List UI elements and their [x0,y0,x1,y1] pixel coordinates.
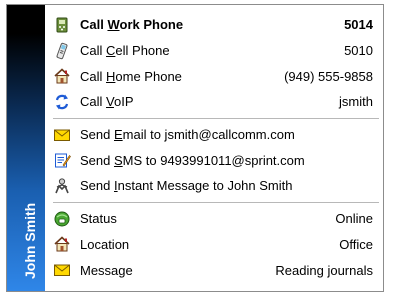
menu-item-value: Reading journals [275,262,373,278]
menu-item-label: Message [80,262,133,278]
accelerator-key: S [113,152,123,168]
label-prefix: Send [80,152,114,168]
accelerator-key: H [106,68,116,84]
envelope-icon [53,126,71,144]
envelope-icon [53,261,71,279]
accelerator-key: V [106,94,114,110]
menu-item-message[interactable]: Message Reading journals [45,257,383,283]
accelerator-key: E [113,127,123,143]
message-group: Send Email to jsmith@callcomm.com Send SM… [45,122,383,199]
menu-item-call-work-phone[interactable]: Call Work Phone 5014 [45,12,383,38]
menu-separator [53,117,379,119]
menu-item-label: Location [80,236,130,252]
label-suffix: ell Phone [115,43,170,59]
menu-item-call-cell-phone[interactable]: Call Cell Phone 5010 [45,38,383,64]
menu-item-status[interactable]: Status Online [45,206,383,232]
label-prefix: Send [80,178,114,194]
contact-context-menu: John Smith Call Work Phone 5014 Call Cell … [6,4,384,292]
accelerator-key: C [106,43,116,59]
menu-item-send-im[interactable]: Send Instant Message to John Smith [45,173,383,199]
label-prefix: Call [80,43,107,59]
status-group: Status Online Location Office Message Reading… [45,206,383,283]
call-group: Call Work Phone 5014 Call Cell Phone 5010 Ca… [45,5,383,115]
menu-item-location[interactable]: Location Office [45,232,383,258]
contact-name-label: John Smith [22,202,38,279]
house-icon [53,235,71,253]
menu-item-call-home-phone[interactable]: Call Home Phone (949) 555-9858 [45,63,383,89]
accelerator-key: W [107,17,120,33]
menu-item-label: Send SMS to 9493991011@sprint.com [80,153,373,168]
menu-item-label: Call Home Phone [80,69,284,84]
menu-item-call-voip[interactable]: Call VoIP jsmith [45,89,383,115]
chat-buddy-icon [53,177,71,195]
menu-item-label: Call Cell Phone [80,43,344,58]
menu-item-value: 5014 [344,17,373,33]
menu-item-send-sms[interactable]: Send SMS to 9493991011@sprint.com [45,147,383,173]
label-suffix: oIP [113,94,134,110]
menu-item-send-email[interactable]: Send Email to jsmith@callcomm.com [45,122,383,148]
phone-handset-icon [53,16,71,34]
status-globe-icon [53,210,71,228]
menu-sidebar: John Smith [7,5,45,291]
label-suffix: MS to 9493991011@sprint.com [122,152,305,168]
cell-phone-icon [53,42,71,60]
menu-item-value: Office [339,236,373,252]
voip-arrows-icon [53,93,71,111]
menu-item-value: 5010 [344,43,373,59]
menu-separator [53,201,379,203]
menu-item-value: jsmith [339,94,373,110]
menu-item-value: (949) 555-9858 [284,68,373,84]
label-prefix: Call [80,94,107,110]
menu-item-label: Call Work Phone [80,17,344,32]
sms-notepad-icon [53,151,71,169]
menu-item-label: Call VoIP [80,94,339,109]
label-prefix: Call [80,68,107,84]
label-prefix: Call [80,17,108,33]
label-suffix: mail to jsmith@callcomm.com [122,127,295,143]
menu-item-label: Status [80,211,117,227]
menu-items: Call Work Phone 5014 Call Cell Phone 5010 Ca… [45,5,383,283]
label-prefix: Send [80,127,114,143]
house-icon [53,67,71,85]
label-suffix: ork Phone [119,17,184,33]
menu-item-value: Online [335,211,373,227]
menu-item-label: Send Email to jsmith@callcomm.com [80,127,373,142]
label-suffix: ome Phone [115,68,182,84]
label-suffix: nstant Message to John Smith [117,178,293,194]
menu-item-label: Send Instant Message to John Smith [80,178,373,193]
